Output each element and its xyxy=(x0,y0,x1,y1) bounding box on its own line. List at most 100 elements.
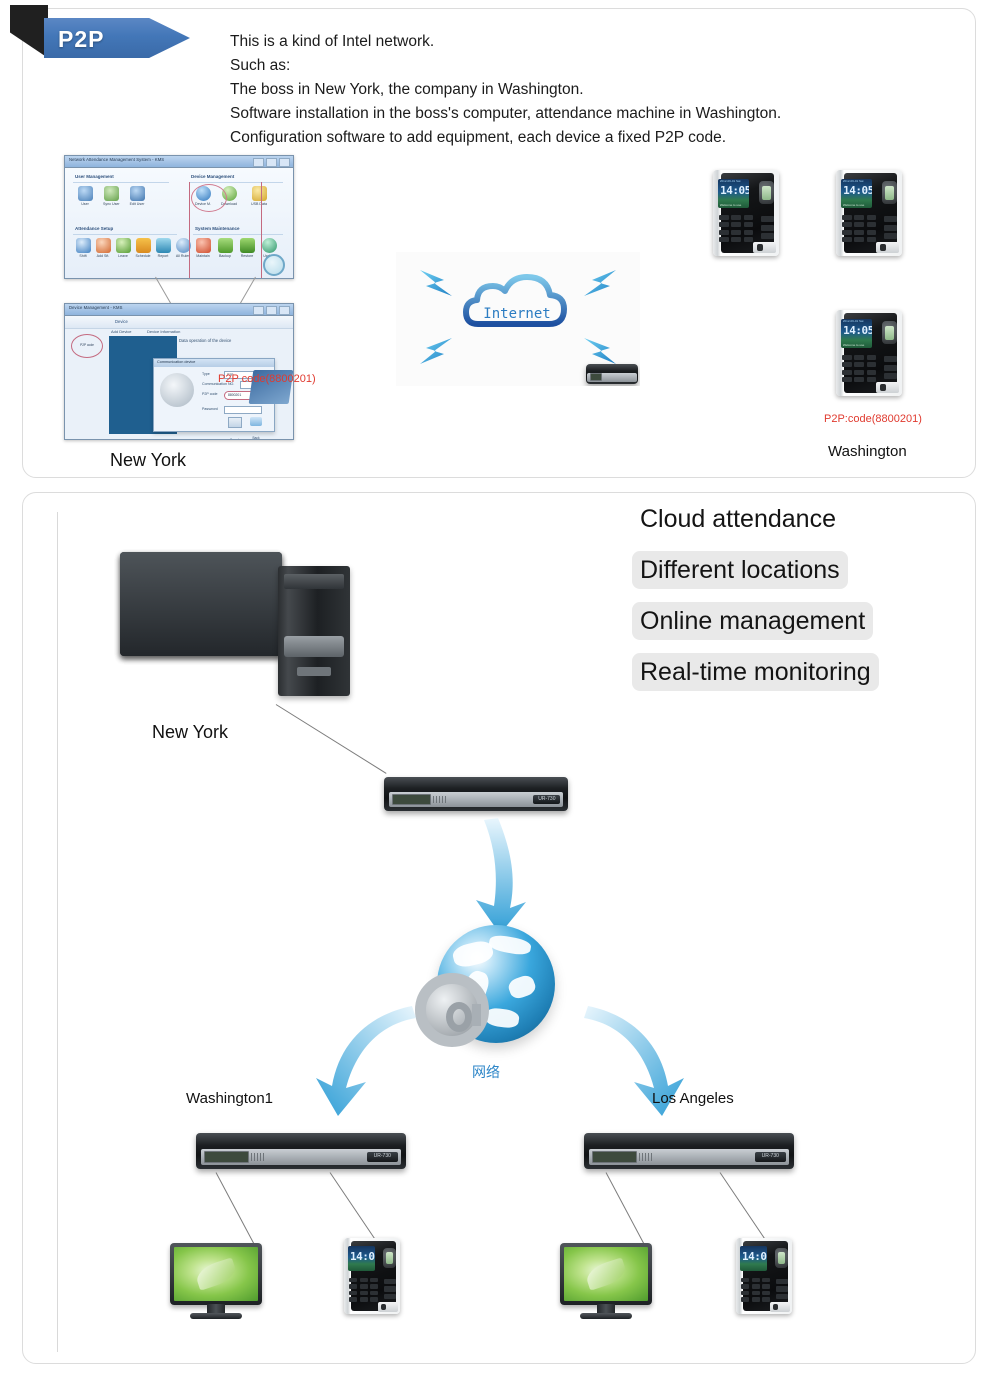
machine-1-clock: 14:05 xyxy=(720,183,750,197)
callout-funnel xyxy=(155,276,267,304)
switch-badge-label: UR-730 xyxy=(761,1153,779,1160)
add-shift-icon xyxy=(95,238,111,253)
dialog-field-password-input[interactable] xyxy=(224,406,262,414)
intro-line-5: Configuration software to add equipment,… xyxy=(230,129,727,146)
left-machine-clock: 14:05 xyxy=(350,1250,375,1264)
attendance-machine-1: 2012-09-01 Sat 14:05 Welcome to use xyxy=(713,170,779,256)
icon-restore-label: Restore xyxy=(240,254,254,258)
group-rule-3 xyxy=(73,234,177,235)
icon-maintain[interactable]: Maintain xyxy=(195,238,211,258)
icon-schedule[interactable]: Schedule xyxy=(135,238,151,258)
right-function-keys[interactable] xyxy=(776,1279,788,1299)
core-switch-badge: UR-730 xyxy=(533,794,561,804)
gear-magnifier-icon xyxy=(160,373,194,407)
p2p-code-badge-label: P2P code xyxy=(80,343,94,348)
intro-line-2: Such as: xyxy=(230,57,291,74)
bolt-top-left xyxy=(420,270,452,296)
icon-add-shift[interactable]: Add Sft. xyxy=(95,238,111,258)
dialog-search-button[interactable]: Search xyxy=(228,417,242,440)
fingerprint-sensor-3[interactable] xyxy=(881,321,898,345)
machine-2-screen-bottom: Welcome to use xyxy=(842,202,865,207)
right-fingerprint-sensor[interactable] xyxy=(774,1247,789,1269)
device-management-window: Device Management - KMS Device Add Devic… xyxy=(64,303,294,440)
update-icon xyxy=(261,238,277,253)
icon-report[interactable]: Report xyxy=(155,238,171,258)
left-switch-leds xyxy=(250,1152,267,1161)
attendance-software-window: Network Attendance Management System - K… xyxy=(64,155,294,279)
intro-line-4: Software installation in the boss's comp… xyxy=(230,105,782,122)
card-reader-3 xyxy=(875,382,900,394)
device-tab-info[interactable]: Device Information xyxy=(147,329,180,334)
keypad-1[interactable] xyxy=(718,214,754,243)
icon-backup-label: Backup xyxy=(219,254,231,258)
group-rule-2 xyxy=(189,182,283,183)
right-keypad[interactable] xyxy=(741,1277,771,1302)
fingerprint-sensor-1[interactable] xyxy=(758,181,775,205)
bolt-bottom-right xyxy=(584,338,616,364)
icon-report-label: Report xyxy=(157,254,169,258)
group-label-attendance-setup: Attendance Setup xyxy=(75,226,114,231)
heading-real-time-monitoring: Real-time monitoring xyxy=(632,653,879,691)
device-content-title: Data operation of the device xyxy=(179,338,232,343)
function-keys-2[interactable] xyxy=(883,216,897,239)
machine-3-screen: 2012-09-01 Sat 14:05 Welcome to use xyxy=(841,318,873,348)
intro-line-1: This is a kind of Intel network. xyxy=(230,33,435,50)
power-button-icon[interactable] xyxy=(263,254,285,276)
dialog-search-label: Search xyxy=(229,438,241,440)
icon-usb-data[interactable]: USB Data xyxy=(251,186,267,206)
at-symbol-icon xyxy=(415,973,489,1047)
keypad-3[interactable] xyxy=(841,354,877,383)
left-switch-badge: UR-730 xyxy=(366,1152,398,1162)
window-controls[interactable] xyxy=(253,157,290,167)
left-monitor-frame xyxy=(170,1243,262,1306)
tower-power-strip xyxy=(296,667,332,677)
right-switch-strip: UR-730 xyxy=(589,1148,789,1165)
icon-leave[interactable]: Leave xyxy=(115,238,131,258)
icon-backup[interactable]: Backup xyxy=(217,238,233,258)
keypad-2[interactable] xyxy=(841,214,877,243)
p2p-ribbon-banner: P2P xyxy=(10,5,190,58)
globe-caption: 网络 xyxy=(472,1064,500,1080)
intro-line-3: The boss in New York, the company in Was… xyxy=(230,81,584,98)
dialog-back-button[interactable]: Back xyxy=(250,417,262,439)
report-icon xyxy=(155,238,171,253)
shift-icon xyxy=(75,238,91,253)
left-branch-switch: UR-730 xyxy=(196,1133,406,1169)
icon-sync-user[interactable]: Sync User xyxy=(103,186,120,206)
device-tab-add[interactable]: Add Device xyxy=(111,329,131,334)
left-function-keys[interactable] xyxy=(384,1279,396,1299)
icon-restore[interactable]: Restore xyxy=(239,238,255,258)
machine-3-screen-bottom: Welcome to use xyxy=(842,342,865,347)
group-rule-4 xyxy=(193,234,283,235)
place-label-los-angeles: Los Angeles xyxy=(652,1090,734,1107)
right-monitor-frame xyxy=(560,1243,652,1306)
ribbon-label: P2P xyxy=(58,26,105,52)
group-label-device-management: Device Management xyxy=(191,174,235,179)
function-keys-1[interactable] xyxy=(760,216,774,239)
tower-optical-bay xyxy=(283,573,345,590)
machine-2-screen: 2012-09-01 Sat 14:05 Welcome to use xyxy=(841,178,873,208)
place-label-washington-top: Washington xyxy=(828,443,907,460)
device-toolbar[interactable]: Device xyxy=(65,316,293,329)
left-fingerprint-sensor[interactable] xyxy=(382,1247,397,1269)
place-label-new-york-top: New York xyxy=(110,450,187,470)
right-machine-clock: 14:05 xyxy=(742,1250,767,1264)
icon-user[interactable]: User xyxy=(77,186,93,206)
dialog-title: Communication device xyxy=(157,360,196,364)
device-window-controls[interactable] xyxy=(253,305,290,315)
device-window-title: Device Management - KMS xyxy=(69,305,123,310)
usb-data-icon xyxy=(251,186,267,201)
right-monitor-neck xyxy=(596,1303,616,1314)
icon-edit-user-label: Edit User xyxy=(129,202,145,206)
fingerprint-sensor-2[interactable] xyxy=(881,181,898,205)
icon-shift[interactable]: Shift xyxy=(75,238,91,258)
right-branch-switch: UR-730 xyxy=(584,1133,794,1169)
function-keys-3[interactable] xyxy=(883,356,897,379)
group-rule-1 xyxy=(73,182,169,183)
window-body: User Management User Sync User Edit User… xyxy=(65,168,293,278)
heading-different-locations: Different locations xyxy=(632,551,848,589)
left-keypad[interactable] xyxy=(349,1277,379,1302)
left-card-reader xyxy=(377,1301,398,1312)
icon-edit-user[interactable]: Edit User xyxy=(129,186,145,206)
p2p-code-badge: P2P code xyxy=(71,334,103,358)
